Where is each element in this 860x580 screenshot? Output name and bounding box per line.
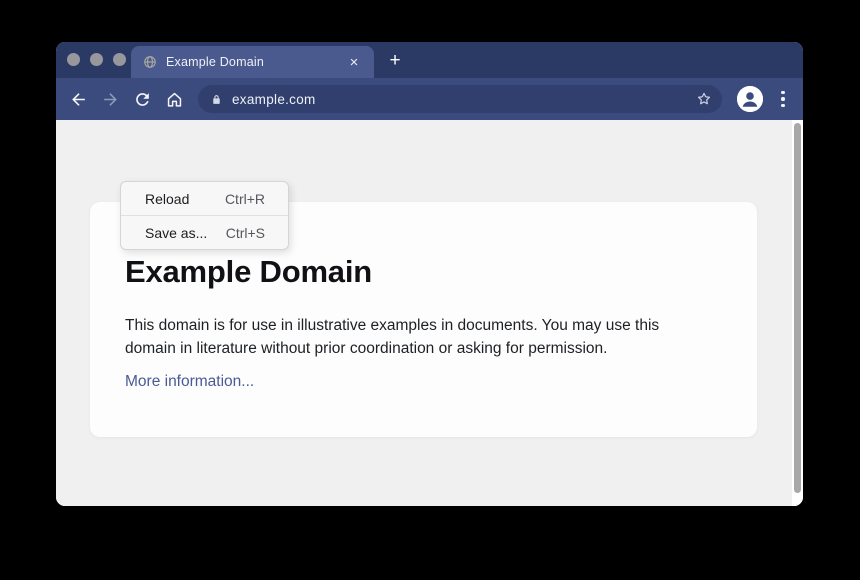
tab-title: Example Domain [166,55,264,69]
address-bar[interactable]: example.com [198,85,722,113]
page-content: Example Domain This domain is for use in… [56,120,803,506]
scrollbar-thumb[interactable] [794,123,801,493]
home-icon[interactable] [162,87,186,111]
close-window-button[interactable] [67,53,80,66]
context-menu: Reload Ctrl+R Save as... Ctrl+S [120,181,289,250]
minimize-window-button[interactable] [90,53,103,66]
browser-window: Example Domain × + example.com [56,42,803,506]
globe-favicon-icon [143,55,157,69]
menu-item-shortcut: Ctrl+R [225,191,265,207]
browser-tab[interactable]: Example Domain × [131,46,374,78]
menu-item-reload[interactable]: Reload Ctrl+R [121,182,288,215]
paragraph-line: domain in literature without prior coord… [125,337,722,360]
forward-arrow-icon[interactable] [98,87,122,111]
paragraph-line: This domain is for use in illustrative e… [125,314,722,337]
new-tab-button[interactable]: + [383,49,407,73]
menu-item-label: Reload [145,191,189,207]
more-information-link[interactable]: More information... [125,373,254,391]
menu-item-label: Save as... [145,225,207,241]
back-arrow-icon[interactable] [66,87,90,111]
page-paragraph: This domain is for use in illustrative e… [125,314,722,360]
tab-close-icon[interactable]: × [346,55,362,70]
zoom-window-button[interactable] [113,53,126,66]
url-text: example.com [232,92,316,107]
page-heading: Example Domain [125,254,722,290]
menu-item-shortcut: Ctrl+S [226,225,265,241]
reload-icon[interactable] [130,87,154,111]
lock-icon [210,93,223,106]
scrollbar-track[interactable] [792,120,803,506]
browser-toolbar: example.com [56,78,803,120]
profile-avatar-icon[interactable] [737,86,763,112]
kebab-menu-icon[interactable] [772,87,794,111]
window-controls [67,53,126,66]
menu-item-save-as[interactable]: Save as... Ctrl+S [121,216,288,249]
bookmark-star-icon[interactable] [695,90,713,108]
window-titlebar: Example Domain × + [56,42,803,78]
